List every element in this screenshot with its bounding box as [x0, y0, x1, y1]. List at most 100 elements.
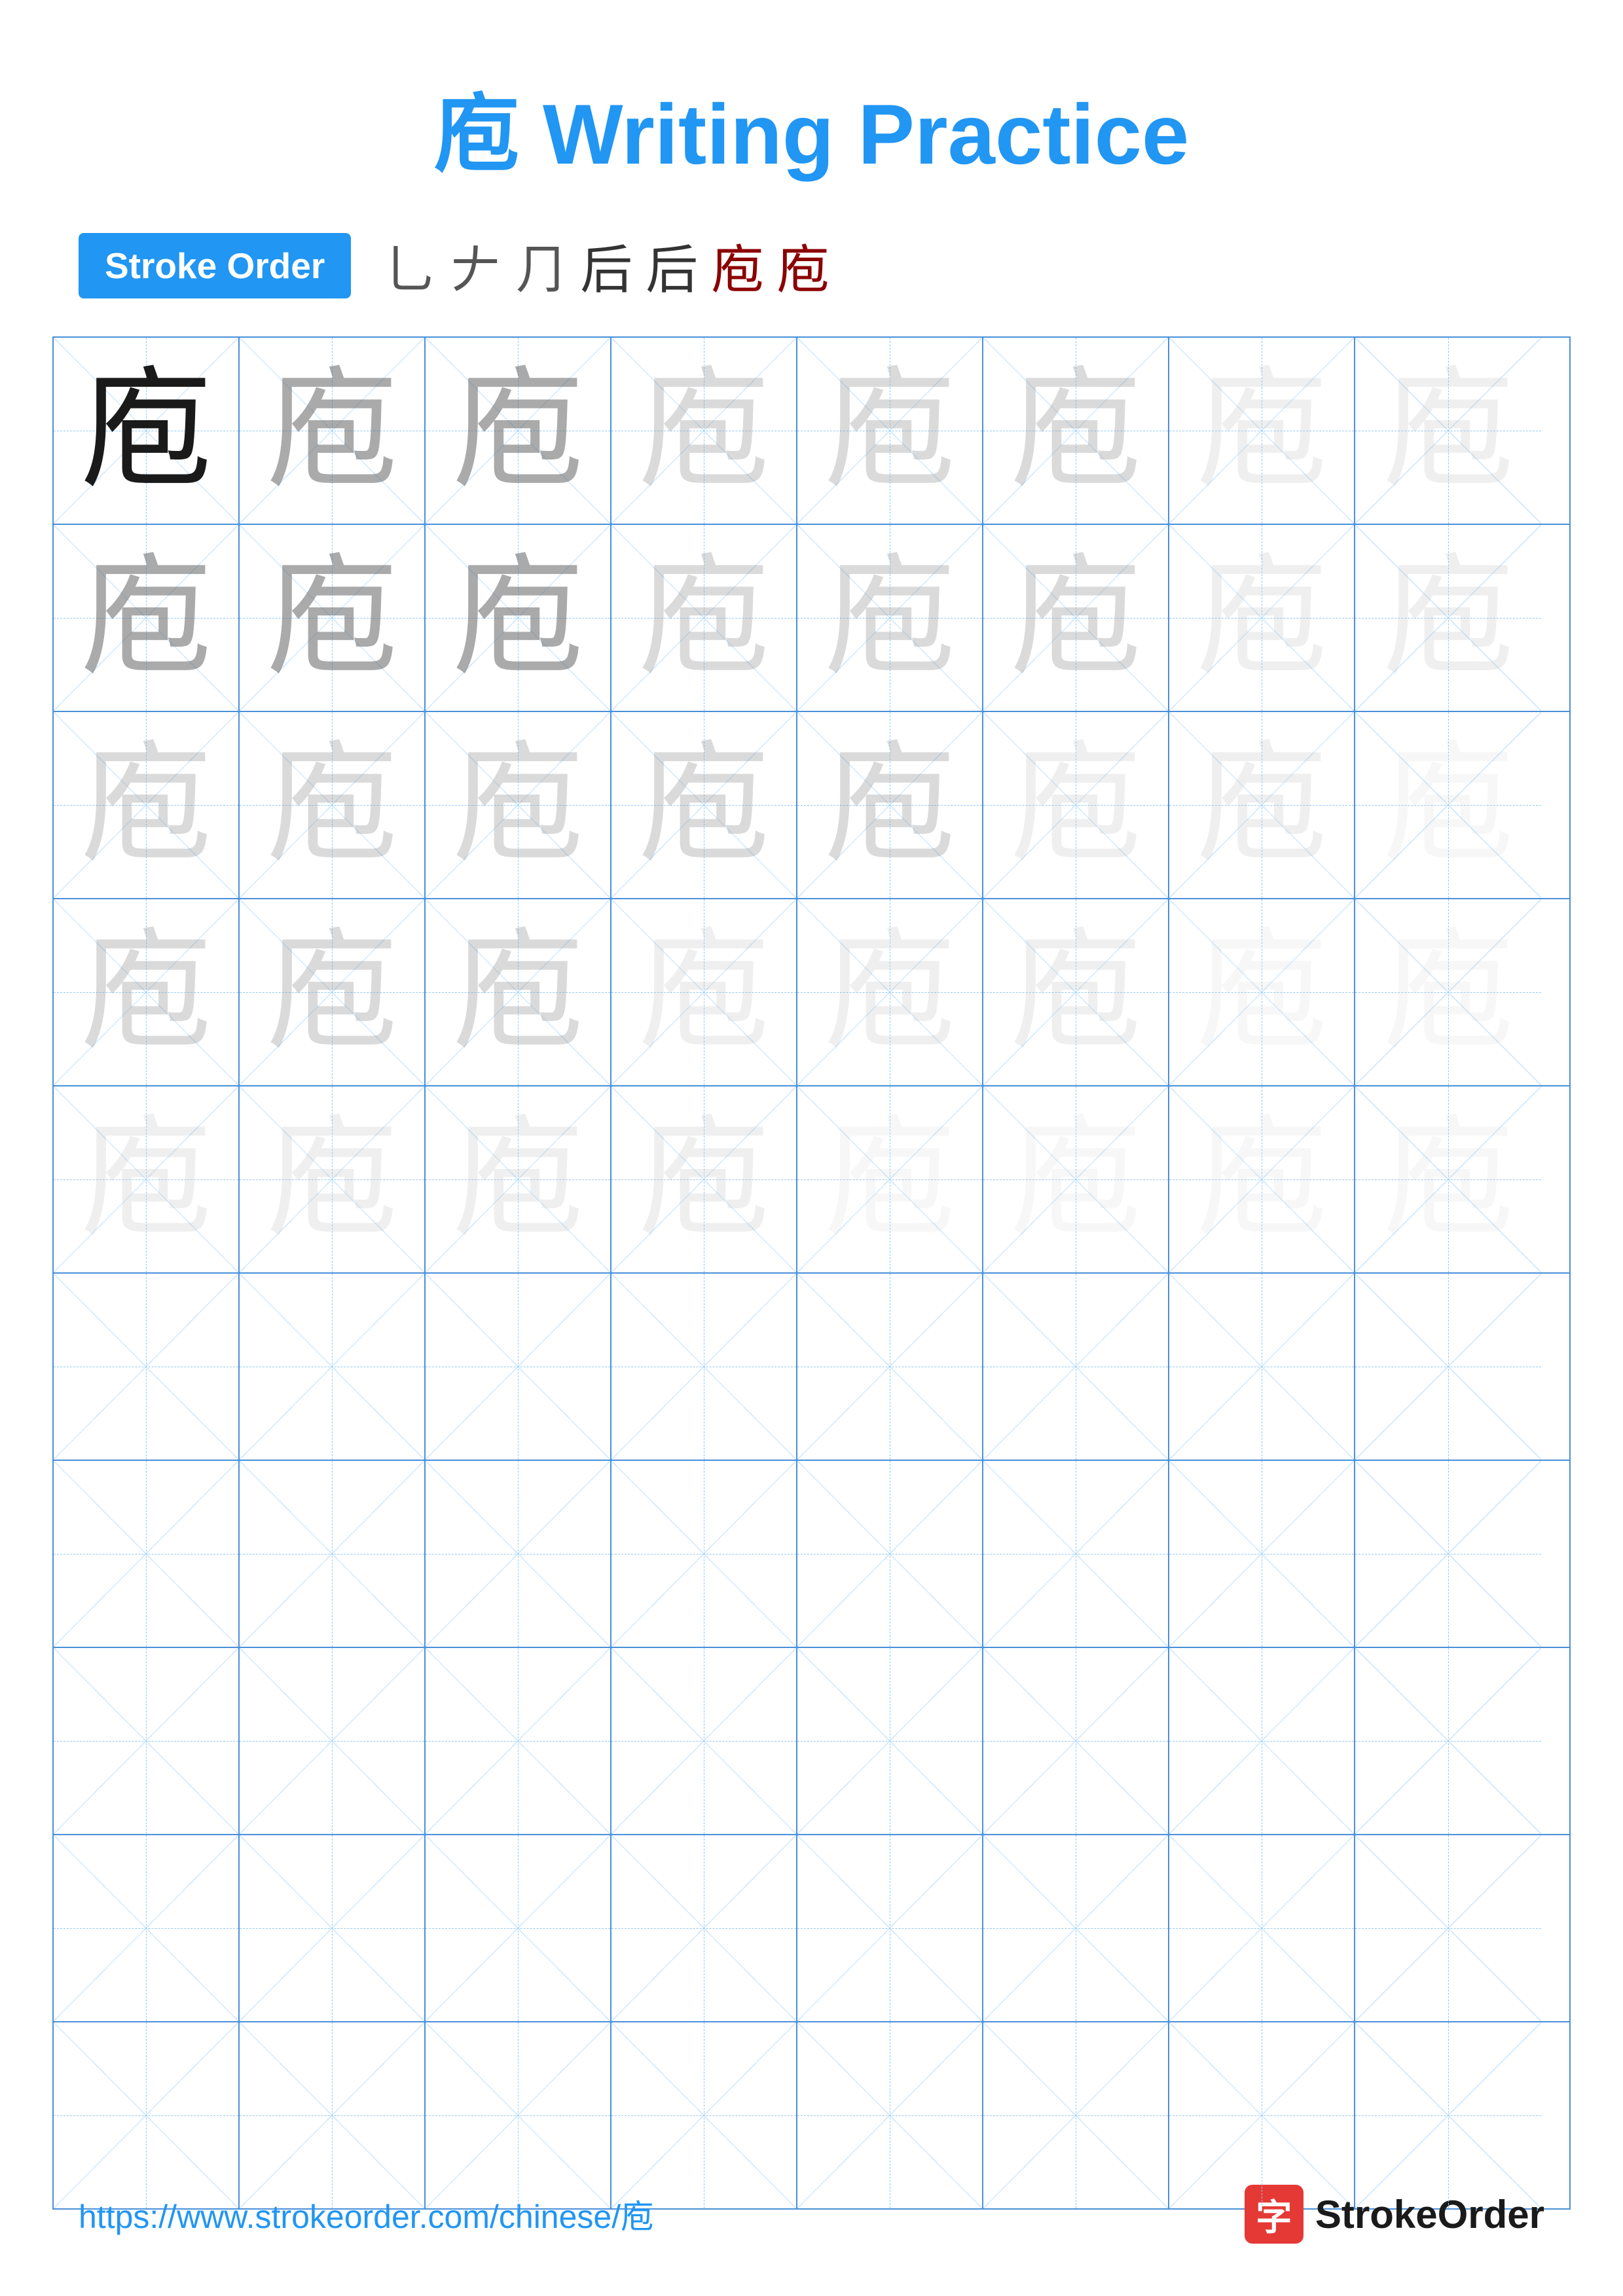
- grid-cell-10-2[interactable]: [240, 2022, 426, 2208]
- writing-grid: 庖 庖 庖 庖 庖 庖 庖 庖 庖 庖 庖 庖 庖 庖 庖 庖 庖 庖 庖 庖 …: [52, 336, 1571, 2210]
- grid-cell-5-8[interactable]: 庖: [1355, 1086, 1541, 1272]
- grid-cell-2-8[interactable]: 庖: [1355, 525, 1541, 711]
- grid-cell-3-8[interactable]: 庖: [1355, 712, 1541, 898]
- grid-cell-2-7[interactable]: 庖: [1169, 525, 1355, 711]
- grid-cell-8-7[interactable]: [1169, 1648, 1355, 1834]
- grid-cell-6-3[interactable]: [426, 1274, 611, 1460]
- grid-cell-9-3[interactable]: [426, 1835, 611, 2021]
- stroke-4: 后: [580, 228, 632, 304]
- grid-cell-8-1[interactable]: [54, 1648, 240, 1834]
- footer-url[interactable]: https://www.strokeorder.com/chinese/庖: [79, 2191, 653, 2238]
- grid-cell-8-4[interactable]: [611, 1648, 797, 1834]
- grid-cell-2-5[interactable]: 庖: [797, 525, 983, 711]
- stroke-6: 庖: [711, 228, 763, 304]
- grid-cell-4-2[interactable]: 庖: [240, 899, 426, 1085]
- grid-cell-5-4[interactable]: 庖: [611, 1086, 797, 1272]
- grid-cell-10-8[interactable]: [1355, 2022, 1541, 2208]
- grid-cell-3-1[interactable]: 庖: [54, 712, 240, 898]
- grid-cell-9-5[interactable]: [797, 1835, 983, 2021]
- grid-cell-7-8[interactable]: [1355, 1461, 1541, 1647]
- grid-cell-3-7[interactable]: 庖: [1169, 712, 1355, 898]
- grid-cell-10-3[interactable]: [426, 2022, 611, 2208]
- char-light: 庖: [1010, 552, 1141, 683]
- grid-cell-7-4[interactable]: [611, 1461, 797, 1647]
- grid-cell-5-1[interactable]: 庖: [54, 1086, 240, 1272]
- grid-cell-3-5[interactable]: 庖: [797, 712, 983, 898]
- grid-cell-10-5[interactable]: [797, 2022, 983, 2208]
- grid-cell-4-1[interactable]: 庖: [54, 899, 240, 1085]
- grid-cell-5-6[interactable]: 庖: [983, 1086, 1169, 1272]
- grid-cell-6-8[interactable]: [1355, 1274, 1541, 1460]
- grid-cell-7-7[interactable]: [1169, 1461, 1355, 1647]
- grid-cell-9-4[interactable]: [611, 1835, 797, 2021]
- grid-cell-4-4[interactable]: 庖: [611, 899, 797, 1085]
- grid-cell-3-3[interactable]: 庖: [426, 712, 611, 898]
- char-medium: 庖: [452, 365, 583, 496]
- char-medium: 庖: [266, 552, 397, 683]
- logo-icon: 字: [1245, 2185, 1304, 2244]
- stroke-2: 𠂇: [449, 228, 501, 304]
- grid-cell-1-8[interactable]: 庖: [1355, 338, 1541, 524]
- grid-cell-7-5[interactable]: [797, 1461, 983, 1647]
- grid-cell-8-3[interactable]: [426, 1648, 611, 1834]
- grid-cell-6-7[interactable]: [1169, 1274, 1355, 1460]
- grid-cell-4-7[interactable]: 庖: [1169, 899, 1355, 1085]
- grid-cell-9-7[interactable]: [1169, 1835, 1355, 2021]
- grid-cell-2-6[interactable]: 庖: [983, 525, 1169, 711]
- grid-cell-9-6[interactable]: [983, 1835, 1169, 2021]
- grid-cell-9-1[interactable]: [54, 1835, 240, 2021]
- grid-cell-2-3[interactable]: 庖: [426, 525, 611, 711]
- grid-cell-10-4[interactable]: [611, 2022, 797, 2208]
- grid-cell-8-6[interactable]: [983, 1648, 1169, 1834]
- grid-cell-7-6[interactable]: [983, 1461, 1169, 1647]
- grid-cell-8-2[interactable]: [240, 1648, 426, 1834]
- grid-cell-8-5[interactable]: [797, 1648, 983, 1834]
- grid-cell-9-8[interactable]: [1355, 1835, 1541, 2021]
- grid-cell-1-2[interactable]: 庖: [240, 338, 426, 524]
- grid-cell-5-2[interactable]: 庖: [240, 1086, 426, 1272]
- grid-cell-3-6[interactable]: 庖: [983, 712, 1169, 898]
- grid-cell-4-5[interactable]: 庖: [797, 899, 983, 1085]
- grid-cell-2-2[interactable]: 庖: [240, 525, 426, 711]
- grid-cell-9-2[interactable]: [240, 1835, 426, 2021]
- grid-cell-4-6[interactable]: 庖: [983, 899, 1169, 1085]
- grid-cell-5-7[interactable]: 庖: [1169, 1086, 1355, 1272]
- grid-cell-1-5[interactable]: 庖: [797, 338, 983, 524]
- grid-cell-3-2[interactable]: 庖: [240, 712, 426, 898]
- grid-row-3: 庖 庖 庖 庖 庖 庖 庖 庖: [54, 712, 1569, 899]
- grid-cell-4-8[interactable]: 庖: [1355, 899, 1541, 1085]
- char-very-light: 庖: [1010, 927, 1141, 1058]
- grid-cell-6-6[interactable]: [983, 1274, 1169, 1460]
- grid-cell-7-2[interactable]: [240, 1461, 426, 1647]
- char-faint: 庖: [1196, 927, 1327, 1058]
- grid-cell-6-2[interactable]: [240, 1274, 426, 1460]
- grid-cell-1-6[interactable]: 庖: [983, 338, 1169, 524]
- grid-cell-1-1[interactable]: 庖: [54, 338, 240, 524]
- grid-cell-3-4[interactable]: 庖: [611, 712, 797, 898]
- grid-cell-1-3[interactable]: 庖: [426, 338, 611, 524]
- grid-cell-8-8[interactable]: [1355, 1648, 1541, 1834]
- char-medium: 庖: [452, 552, 583, 683]
- char-very-light: 庖: [638, 1114, 769, 1245]
- stroke-5: 后: [646, 228, 698, 304]
- grid-cell-5-5[interactable]: 庖: [797, 1086, 983, 1272]
- grid-cell-2-1[interactable]: 庖: [54, 525, 240, 711]
- grid-row-2: 庖 庖 庖 庖 庖 庖 庖 庖: [54, 525, 1569, 712]
- grid-cell-7-1[interactable]: [54, 1461, 240, 1647]
- char-light: 庖: [452, 927, 583, 1058]
- footer-logo: 字 StrokeOrder: [1245, 2185, 1544, 2244]
- grid-cell-7-3[interactable]: [426, 1461, 611, 1647]
- grid-cell-1-4[interactable]: 庖: [611, 338, 797, 524]
- grid-cell-4-3[interactable]: 庖: [426, 899, 611, 1085]
- grid-cell-6-4[interactable]: [611, 1274, 797, 1460]
- char-medium: 庖: [81, 552, 211, 683]
- grid-cell-5-3[interactable]: 庖: [426, 1086, 611, 1272]
- grid-cell-10-6[interactable]: [983, 2022, 1169, 2208]
- grid-cell-10-7[interactable]: [1169, 2022, 1355, 2208]
- grid-cell-1-7[interactable]: 庖: [1169, 338, 1355, 524]
- grid-cell-2-4[interactable]: 庖: [611, 525, 797, 711]
- grid-cell-6-5[interactable]: [797, 1274, 983, 1460]
- grid-cell-10-1[interactable]: [54, 2022, 240, 2208]
- logo-text: StrokeOrder: [1315, 2192, 1544, 2237]
- grid-cell-6-1[interactable]: [54, 1274, 240, 1460]
